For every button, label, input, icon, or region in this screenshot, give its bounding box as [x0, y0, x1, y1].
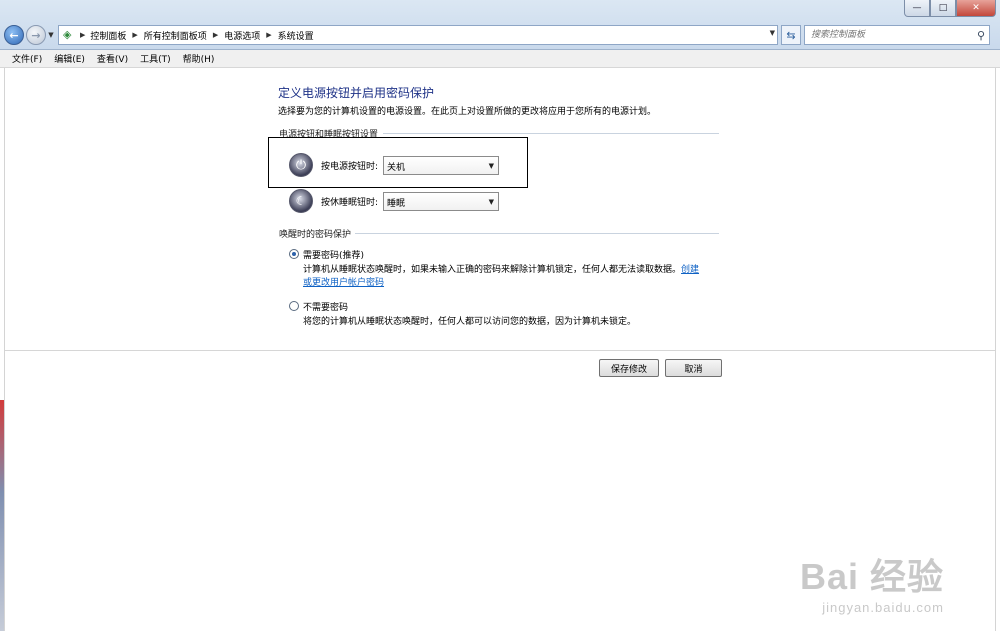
breadcrumb: ▶ 控制面板 ▶ 所有控制面板项 ▶ 电源选项 ▶ 系统设置 — [77, 29, 314, 42]
require-password-radio[interactable] — [289, 249, 299, 259]
address-bar[interactable]: ◈ ▶ 控制面板 ▶ 所有控制面板项 ▶ 电源选项 ▶ 系统设置 ▼ — [58, 25, 778, 45]
breadcrumb-system-settings[interactable]: 系统设置 — [278, 29, 314, 42]
require-password-option[interactable]: 需要密码(推荐) 计算机从睡眠状态唤醒时，如果未输入正确的密码来解除计算机锁定，… — [289, 248, 703, 290]
sleep-button-select[interactable]: 睡眠 ▼ — [383, 191, 499, 211]
search-icon[interactable]: ⚲ — [977, 29, 985, 42]
address-dropdown-icon[interactable]: ▼ — [770, 29, 775, 37]
caption-buttons: — □ ✕ — [904, 0, 996, 17]
close-button[interactable]: ✕ — [956, 0, 996, 17]
power-button-value: 关机 — [387, 162, 406, 173]
sleep-button-setting: ☾ 按休睡眠钮时: 睡眠 ▼ — [289, 189, 499, 213]
menu-file[interactable]: 文件(F) — [6, 52, 48, 65]
recent-pages-dropdown[interactable]: ▼ — [46, 31, 56, 39]
chevron-down-icon: ▼ — [488, 197, 494, 206]
breadcrumb-all-items[interactable]: 所有控制面板项 — [144, 29, 207, 42]
power-icon: ⏻ — [289, 153, 313, 177]
require-password-label[interactable]: 需要密码(推荐) — [303, 248, 703, 261]
chevron-right-icon[interactable]: ▶ — [80, 31, 85, 39]
chevron-down-icon: ▼ — [488, 161, 494, 170]
cancel-button[interactable]: 取消 — [665, 359, 722, 377]
chevron-right-icon[interactable]: ▶ — [213, 31, 218, 39]
page-title: 定义电源按钮并启用密码保护 — [278, 86, 435, 100]
navigation-row: ← → ▼ ◈ ▶ 控制面板 ▶ 所有控制面板项 ▶ 电源选项 ▶ 系统设置 ▼… — [4, 24, 996, 46]
menu-bar: 文件(F) 编辑(E) 查看(V) 工具(T) 帮助(H) — [0, 50, 1000, 68]
require-password-desc-text: 计算机从睡眠状态唤醒时，如果未输入正确的密码来解除计算机锁定，任何人都无法读取数… — [303, 265, 682, 275]
menu-view[interactable]: 查看(V) — [91, 52, 134, 65]
minimize-button[interactable]: — — [904, 0, 930, 17]
sleep-button-value: 睡眠 — [387, 198, 406, 209]
no-password-option[interactable]: 不需要密码 将您的计算机从睡眠状态唤醒时，任何人都可以访问您的数据，因为计算机未… — [289, 300, 703, 329]
no-password-description: 将您的计算机从睡眠状态唤醒时，任何人都可以访问您的数据，因为计算机未锁定。 — [303, 317, 637, 327]
breadcrumb-power-options[interactable]: 电源选项 — [224, 29, 260, 42]
power-button-setting: ⏻ 按电源按钮时: 关机 ▼ — [289, 153, 499, 177]
breadcrumb-control-panel[interactable]: 控制面板 — [90, 29, 126, 42]
chevron-right-icon[interactable]: ▶ — [266, 31, 271, 39]
search-input[interactable] — [805, 26, 965, 44]
maximize-button[interactable]: □ — [930, 0, 956, 17]
password-section-header: 唤醒时的密码保护 — [279, 230, 352, 240]
sleep-icon: ☾ — [289, 189, 313, 213]
sleep-button-label: 按休睡眠钮时: — [321, 197, 379, 208]
page-description: 选择要为您的计算机设置的电源设置。在此页上对设置所做的更改将应用于您所有的电源计… — [278, 107, 657, 117]
power-button-select[interactable]: 关机 ▼ — [383, 155, 499, 175]
watermark-url: jingyan.baidu.com — [822, 600, 944, 615]
content-area: 定义电源按钮并启用密码保护 选择要为您的计算机设置的电源设置。在此页上对设置所做… — [4, 68, 996, 631]
section-divider — [383, 133, 719, 134]
search-box[interactable]: ⚲ — [804, 25, 990, 45]
menu-tools[interactable]: 工具(T) — [134, 52, 177, 65]
no-password-label[interactable]: 不需要密码 — [303, 300, 703, 313]
window-chrome: — □ ✕ ← → ▼ ◈ ▶ 控制面板 ▶ 所有控制面板项 ▶ 电源选项 ▶ … — [0, 0, 1000, 50]
save-button[interactable]: 保存修改 — [599, 359, 659, 377]
menu-edit[interactable]: 编辑(E) — [48, 52, 91, 65]
power-button-label: 按电源按钮时: — [321, 161, 379, 172]
section-divider — [355, 233, 719, 234]
desktop-background-strip — [0, 400, 4, 631]
require-password-description: 计算机从睡眠状态唤醒时，如果未输入正确的密码来解除计算机锁定，任何人都无法读取数… — [303, 264, 703, 290]
chevron-right-icon[interactable]: ▶ — [132, 31, 137, 39]
refresh-button[interactable]: ⇆ — [781, 25, 801, 45]
menu-help[interactable]: 帮助(H) — [177, 52, 221, 65]
no-password-radio[interactable] — [289, 301, 299, 311]
back-button[interactable]: ← — [4, 25, 24, 45]
footer-divider — [5, 350, 995, 351]
forward-button[interactable]: → — [26, 25, 46, 45]
watermark: Bai 经验 jingyan.baidu.com — [800, 548, 944, 615]
control-panel-icon: ◈ — [63, 28, 72, 41]
watermark-logo: Bai 经验 — [799, 556, 944, 597]
